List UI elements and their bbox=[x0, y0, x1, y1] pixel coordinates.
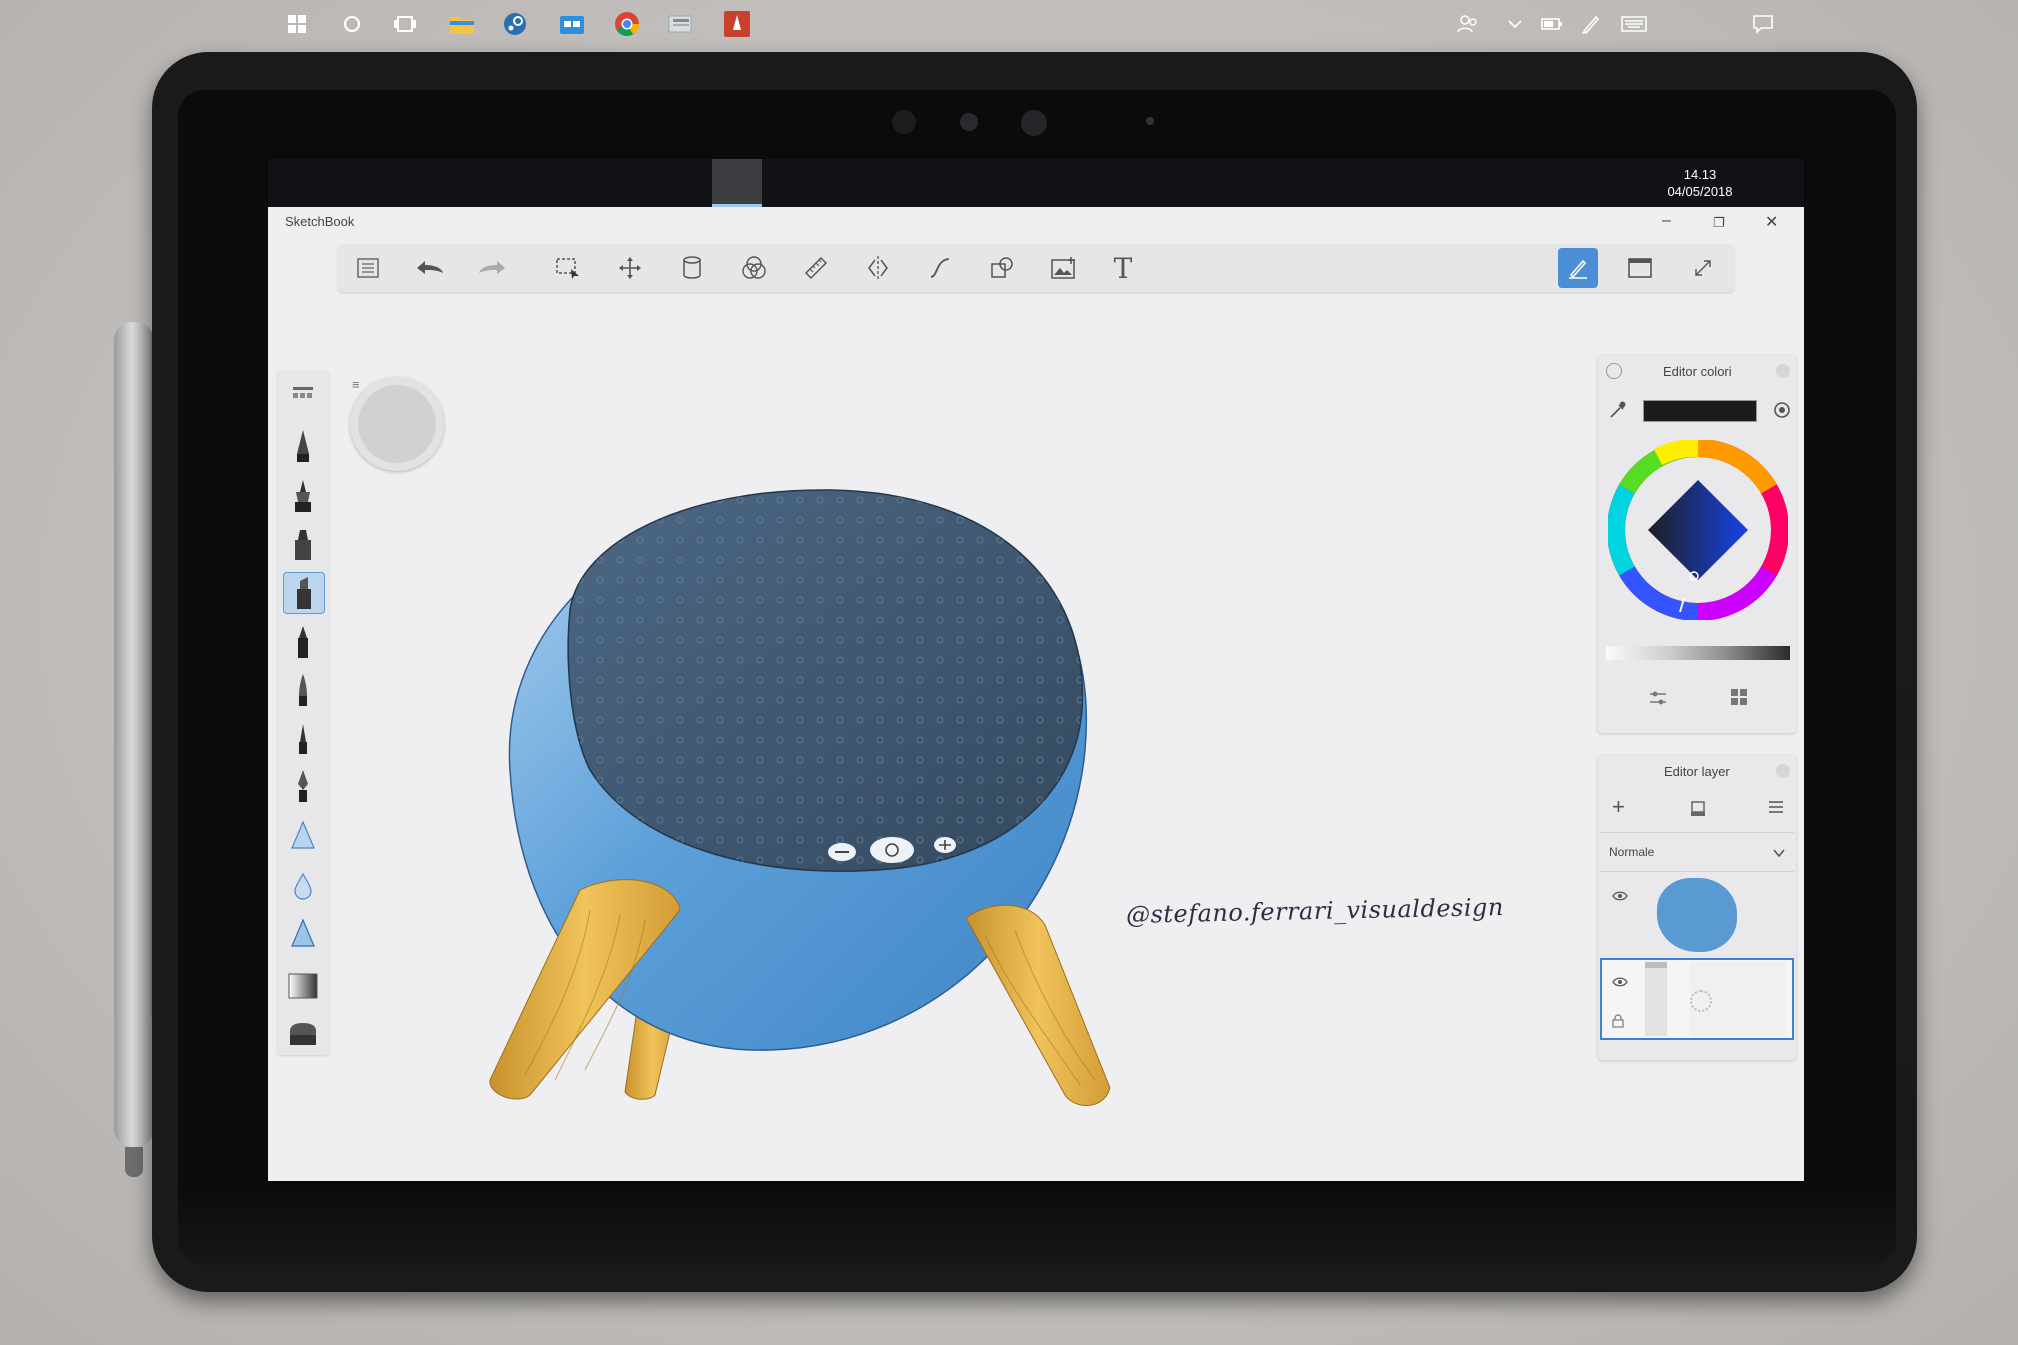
ambient-sensor bbox=[1146, 117, 1154, 125]
water-drop-brush-icon[interactable] bbox=[283, 866, 323, 906]
pen-tip bbox=[125, 1147, 143, 1177]
taskbar-active-indicator bbox=[712, 159, 762, 207]
layer-editor-title: Editor layer bbox=[1664, 764, 1730, 779]
pen-workspace-icon[interactable] bbox=[1575, 8, 1607, 40]
curve-icon[interactable] bbox=[920, 248, 960, 288]
symmetry-icon[interactable] bbox=[858, 248, 898, 288]
steam-icon[interactable] bbox=[499, 8, 531, 40]
battery-icon[interactable] bbox=[1536, 8, 1568, 40]
window-layout-icon[interactable] bbox=[1620, 248, 1660, 288]
layer-fill-icon[interactable] bbox=[1690, 800, 1706, 823]
front-camera bbox=[1021, 110, 1047, 136]
add-layer-button[interactable]: + bbox=[1612, 796, 1625, 818]
layer-visibility-icon[interactable] bbox=[1612, 888, 1628, 906]
color-swatches-grid-icon[interactable] bbox=[1730, 688, 1748, 711]
chisel-marker-brush-icon[interactable] bbox=[283, 572, 325, 614]
color-wheel[interactable] bbox=[1608, 440, 1788, 620]
pencil-brush-icon[interactable] bbox=[283, 426, 323, 466]
bezel-bottom bbox=[178, 1182, 1896, 1265]
power-button bbox=[870, 837, 914, 863]
inking-brush-icon[interactable] bbox=[283, 476, 323, 516]
puck-menu-icon[interactable]: ≡ bbox=[352, 377, 360, 392]
undo-icon[interactable] bbox=[410, 248, 450, 288]
color-sliders-icon[interactable] bbox=[1648, 690, 1668, 711]
layer-thumbnail bbox=[1657, 878, 1737, 952]
color-settings-icon[interactable] bbox=[1772, 400, 1792, 425]
cortana-icon[interactable] bbox=[336, 8, 368, 40]
close-button[interactable]: ✕ bbox=[1765, 212, 1778, 232]
layer-menu-icon[interactable] bbox=[1768, 800, 1784, 819]
canvas-drawing bbox=[489, 489, 1111, 1106]
move-icon[interactable] bbox=[610, 248, 650, 288]
airbrush-icon[interactable] bbox=[283, 816, 323, 856]
layer-opacity-handle[interactable] bbox=[1645, 962, 1667, 968]
sketchbook-taskbar-icon[interactable] bbox=[721, 8, 753, 40]
layer-loading-icon bbox=[1690, 990, 1712, 1012]
chevron-up-icon[interactable] bbox=[1499, 8, 1531, 40]
chrome-icon[interactable] bbox=[611, 8, 643, 40]
keyboard-icon[interactable] bbox=[1618, 8, 1650, 40]
fountain-pen-brush-icon[interactable] bbox=[283, 766, 323, 806]
camera-sensor bbox=[892, 110, 916, 134]
minimize-button[interactable]: – bbox=[1662, 212, 1671, 230]
color-editor-title: Editor colori bbox=[1663, 364, 1732, 379]
eraser-brush-icon[interactable] bbox=[283, 1014, 323, 1054]
brush-pen-icon[interactable] bbox=[283, 670, 323, 710]
panel-collapse-icon[interactable] bbox=[1776, 364, 1790, 378]
brush-mode-button[interactable] bbox=[1558, 248, 1598, 288]
soft-airbrush-icon[interactable] bbox=[283, 914, 323, 954]
brush-size-preview bbox=[358, 385, 436, 463]
store-icon[interactable] bbox=[556, 8, 588, 40]
current-color-swatch[interactable] bbox=[1643, 400, 1757, 422]
color-blend-icon[interactable] bbox=[734, 248, 774, 288]
gallery-icon[interactable] bbox=[348, 248, 388, 288]
grayscale-swatches[interactable] bbox=[1606, 646, 1790, 660]
file-explorer-icon[interactable] bbox=[446, 8, 478, 40]
import-image-icon[interactable] bbox=[1044, 248, 1084, 288]
fine-liner-brush-icon[interactable] bbox=[283, 718, 323, 758]
news-icon[interactable] bbox=[665, 8, 697, 40]
fullscreen-icon[interactable] bbox=[1683, 248, 1723, 288]
speaker-leg-right bbox=[965, 904, 1111, 1106]
people-icon[interactable] bbox=[1452, 8, 1484, 40]
shapes-icon[interactable] bbox=[982, 248, 1022, 288]
fill-bucket-icon[interactable] bbox=[672, 248, 712, 288]
layer-opacity-slider[interactable] bbox=[1645, 962, 1667, 1036]
eyedropper-icon[interactable] bbox=[1608, 400, 1628, 425]
blend-mode-value: Normale bbox=[1609, 845, 1655, 859]
brush-library-icon[interactable] bbox=[283, 373, 323, 413]
surface-pen bbox=[114, 322, 154, 1147]
clock-date: 04/05/2018 bbox=[1667, 184, 1733, 199]
gradient-brush-icon[interactable] bbox=[283, 966, 323, 1006]
text-tool-icon[interactable]: T bbox=[1103, 248, 1143, 288]
camera-light bbox=[960, 113, 978, 131]
selection-icon[interactable] bbox=[548, 248, 588, 288]
windows-start-icon[interactable] bbox=[281, 8, 313, 40]
chevron-down-icon[interactable] bbox=[1772, 845, 1786, 863]
felt-pen-brush-icon[interactable] bbox=[283, 622, 323, 662]
layer-panel-collapse-icon[interactable] bbox=[1776, 764, 1790, 778]
task-view-icon[interactable] bbox=[389, 8, 421, 40]
restore-button[interactable]: ❐ bbox=[1713, 215, 1725, 231]
notification-icon[interactable] bbox=[1747, 8, 1779, 40]
taskbar-clock[interactable]: 14.13 04/05/2018 bbox=[1664, 166, 1736, 200]
marker-brush-icon[interactable] bbox=[283, 524, 323, 564]
panel-reset-icon[interactable] bbox=[1606, 363, 1622, 379]
app-title: SketchBook bbox=[285, 214, 355, 229]
clock-time: 14.13 bbox=[1683, 167, 1717, 182]
layer-lock-icon[interactable] bbox=[1612, 1014, 1624, 1033]
redo-icon[interactable] bbox=[472, 248, 512, 288]
ruler-icon[interactable] bbox=[796, 248, 836, 288]
layer-visibility-icon[interactable] bbox=[1612, 974, 1628, 992]
windows-taskbar bbox=[268, 159, 1804, 207]
